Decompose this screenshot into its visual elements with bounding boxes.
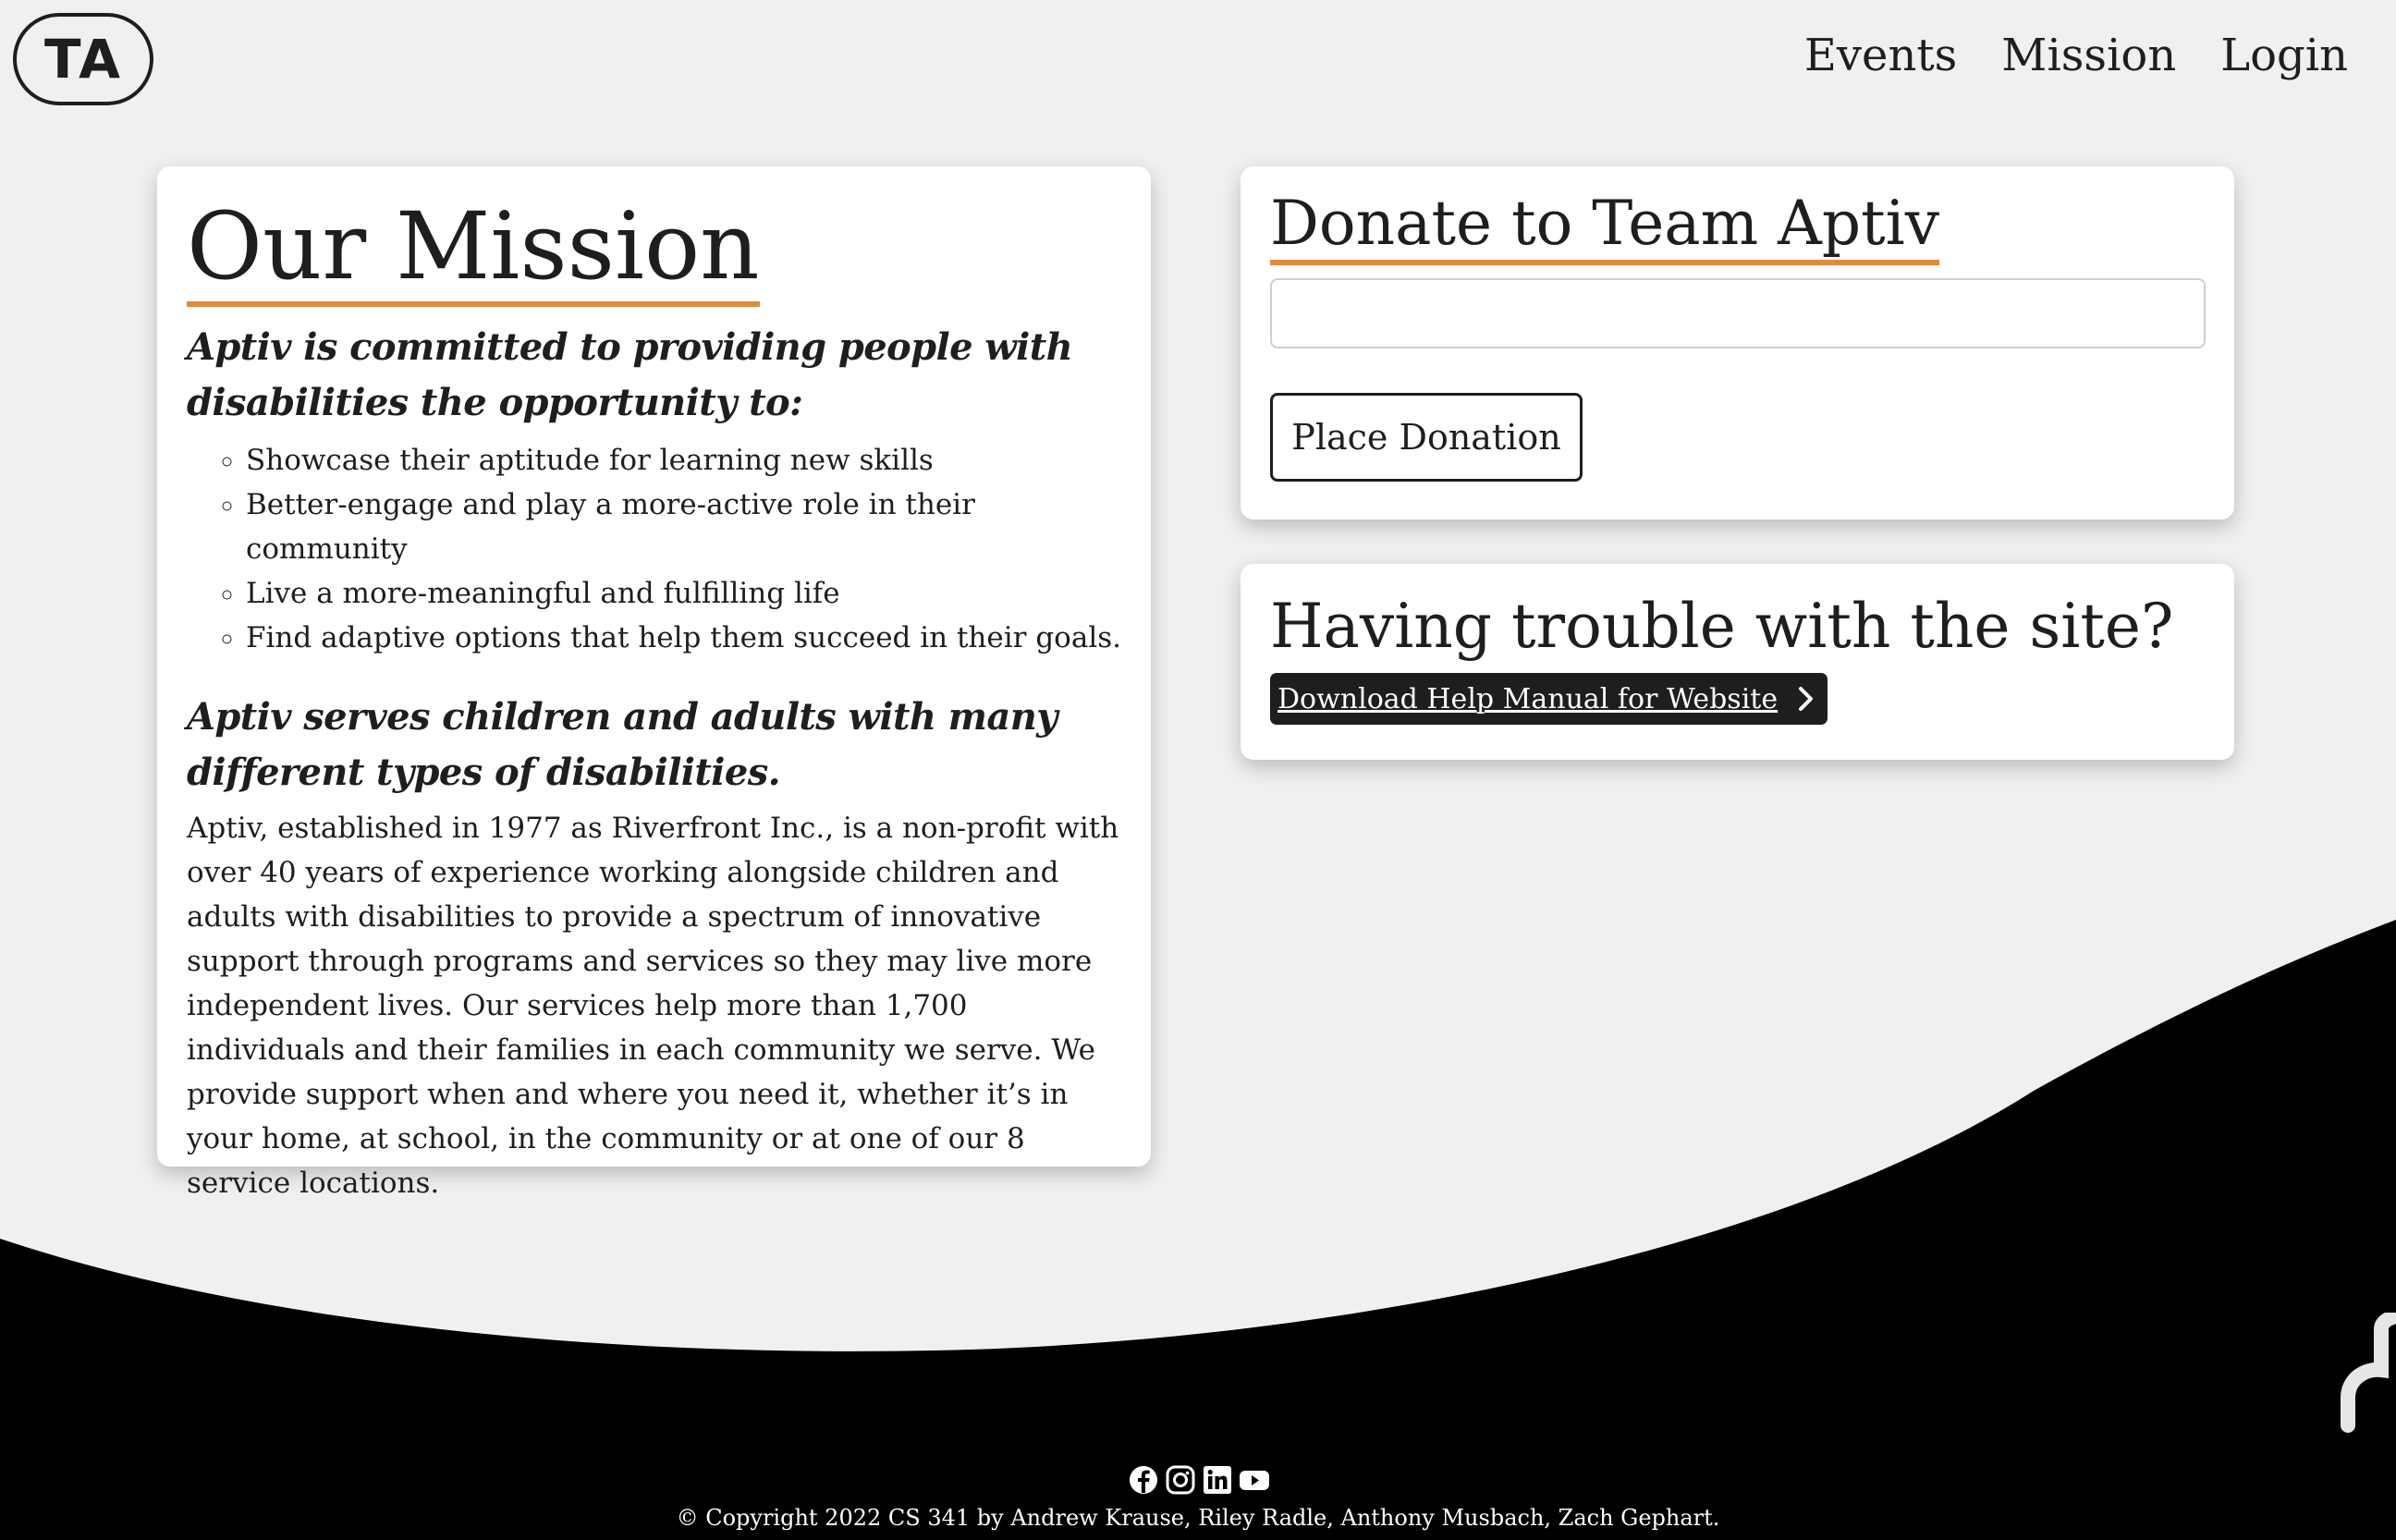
youtube-icon[interactable] <box>1239 1464 1270 1496</box>
top-nav: Events Mission Login <box>1804 26 2348 85</box>
download-help-manual-label: Download Help Manual for Website <box>1277 682 1779 715</box>
donate-title: Donate to Team Aptiv <box>1270 189 1940 265</box>
corner-decoration-icon <box>2341 1313 2396 1433</box>
mission-card: Our Mission Aptiv is committed to provid… <box>157 166 1151 1200</box>
logo[interactable]: TA <box>13 13 153 105</box>
chevron-right-icon <box>1799 687 1814 711</box>
page: TA Events Mission Login Our Mission Apti… <box>0 0 2396 1540</box>
mission-goals-list: Showcase their aptitude for learning new… <box>246 438 1121 660</box>
list-item: Live a more-meaningful and fulfilling li… <box>246 571 1121 616</box>
list-item: Better-engage and play a more-active rol… <box>246 483 1121 571</box>
mission-serves-statement: Aptiv serves children and adults with ma… <box>187 695 1057 794</box>
linkedin-icon[interactable] <box>1202 1464 1233 1496</box>
list-item: Find adaptive options that help them suc… <box>246 616 1121 660</box>
copyright-text: © Copyright 2022 CS 341 by Andrew Krause… <box>676 1505 1720 1531</box>
instagram-icon[interactable] <box>1165 1464 1196 1496</box>
place-donation-button[interactable]: Place Donation <box>1270 392 1583 482</box>
nav-link-mission[interactable]: Mission <box>2001 26 2176 85</box>
list-item: Showcase their aptitude for learning new… <box>246 438 1121 483</box>
logo-text: TA <box>44 28 122 91</box>
help-card: Having trouble with the site? Download H… <box>1241 564 2234 760</box>
donate-card: Donate to Team Aptiv Place Donation <box>1241 166 2234 519</box>
download-help-manual-button[interactable]: Download Help Manual for Website <box>1270 673 1828 725</box>
mission-description: Aptiv, established in 1977 as Riverfront… <box>187 812 1119 1200</box>
social-links <box>1128 1464 1270 1496</box>
facebook-icon[interactable] <box>1128 1464 1159 1496</box>
help-title: Having trouble with the site? <box>1270 591 2174 662</box>
nav-link-login[interactable]: Login <box>2220 26 2348 85</box>
mission-title: Our Mission <box>187 192 760 307</box>
mission-lead-statement: Aptiv is committed to providing people w… <box>187 325 1073 424</box>
nav-link-events[interactable]: Events <box>1804 26 1957 85</box>
donation-amount-input[interactable] <box>1270 277 2206 348</box>
